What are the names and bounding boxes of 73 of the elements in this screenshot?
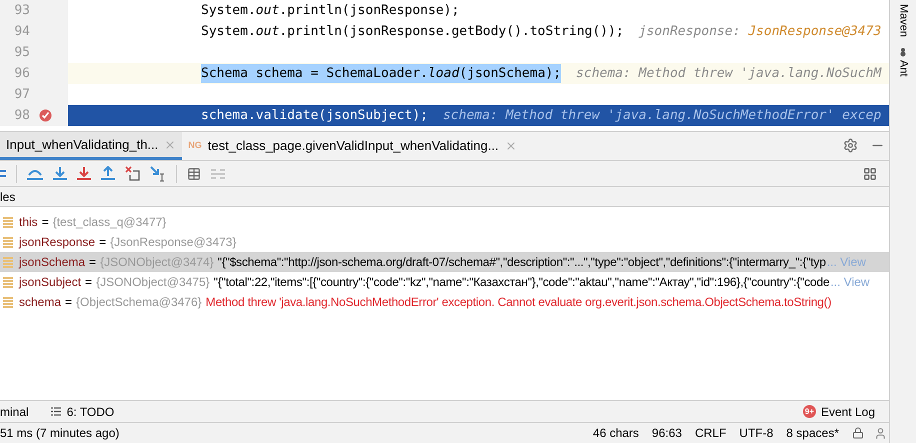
inspector-icon[interactable] <box>874 426 887 440</box>
variable-value: Method threw 'java.lang.NoSuchMethodError' exception. Cannot evaluate org.everit.json.schema.ObjectSchema.toString() <box>206 294 832 311</box>
tool-window-button[interactable]: minal <box>0 402 29 420</box>
testng-icon: NG <box>188 139 202 153</box>
code-text: System.out.println(jsonResponse); <box>201 2 460 20</box>
inline-debug-value: schema: Method threw 'java.lang.NoSuchMethodError' excep <box>442 106 882 125</box>
variable-row[interactable]: jsonSchema = {JSONObject@3474} "{"$schema":"http://json-schema.org/draft-07/schema#","description":"...","type":"object","definitions":{"intermarry_":{"typ... View <box>0 252 889 272</box>
status-message: 51 ms (7 minutes ago) <box>0 425 120 442</box>
breakpoint-icon[interactable] <box>39 109 52 122</box>
notification-badge: 9+ <box>802 405 816 418</box>
variable-type: {JSONObject@3475} <box>96 274 210 291</box>
field-icon <box>3 276 13 288</box>
run-to-cursor-icon[interactable] <box>150 166 166 182</box>
side-tool-button[interactable]: Maven <box>894 4 912 38</box>
line-number: 94 <box>13 22 31 41</box>
status-item[interactable]: 96:63 <box>652 424 682 442</box>
equals-sign: = <box>65 294 72 311</box>
line-number: 96 <box>13 64 31 83</box>
selected-code-text: Schema schema = SchemaLoader.load(jsonSchema); <box>201 64 562 84</box>
debug-tab[interactable]: NG test_class_page.givenValidInput_whenValidating... <box>182 132 523 160</box>
event-log-button[interactable]: 9+ Event Log <box>802 402 875 420</box>
lock-icon[interactable] <box>852 427 864 439</box>
table-icon[interactable] <box>187 166 201 180</box>
variable-name: jsonSchema <box>19 254 86 271</box>
variable-row[interactable]: jsonResponse = {JsonResponse@3473} <box>0 232 889 252</box>
close-icon[interactable] <box>504 140 517 152</box>
debug-tab[interactable]: Input_whenValidating_th... <box>0 132 182 160</box>
step-out-icon[interactable] <box>101 166 115 181</box>
variable-type: {ObjectSchema@3476} <box>76 294 202 311</box>
line-number: 97 <box>13 86 31 104</box>
inline-debug-value: jsonResponse: JsonResponse@3473 <box>638 22 882 41</box>
variable-name: this <box>19 214 38 231</box>
equals-sign: = <box>42 214 49 231</box>
list-icon[interactable] <box>0 168 6 180</box>
force-step-into-icon[interactable] <box>77 166 91 181</box>
variable-value: "{"total":22,"items":[{"country":{"code":"kz","name":"Казахстан"},"code":"aktau","name":"Актау","id":196},{"country":{"code <box>214 274 830 291</box>
field-icon <box>3 256 13 268</box>
equals-sign: = <box>99 234 106 251</box>
variable-type: {test_class_q@3477} <box>52 214 166 231</box>
line-number: 93 <box>13 2 31 20</box>
panel-title: les <box>0 188 16 206</box>
field-icon <box>3 296 13 308</box>
variable-value: "{"$schema":"http://json-schema.org/draft-07/schema#","description":"...","type":"object","definitions":{"intermarry_":{"typ <box>218 254 826 271</box>
list-icon <box>50 407 61 416</box>
code-text: schema.validate(jsonSubject); <box>201 106 428 125</box>
close-icon[interactable] <box>164 138 176 150</box>
status-item[interactable]: UTF-8 <box>739 424 774 442</box>
line-number: 95 <box>13 44 31 62</box>
field-icon <box>3 216 13 228</box>
variable-row[interactable]: this = {test_class_q@3477} <box>0 212 889 232</box>
ant-icon <box>898 47 908 58</box>
variable-row[interactable]: jsonSubject = {JSONObject@3475} "{"total":22,"items":[{"country":{"code":"kz","name":"Казахстан"},"code":"aktau","name":"Актау","id":196},{"country":{"code... View <box>0 272 889 292</box>
variable-type: {JsonResponse@3473} <box>110 234 236 251</box>
status-item[interactable]: CRLF <box>694 424 726 442</box>
variable-type: {JSONObject@3474} <box>100 254 214 271</box>
equals-sign: = <box>85 274 92 291</box>
equals-sign: = <box>89 254 96 271</box>
settings-icon[interactable] <box>843 138 858 153</box>
variable-name: jsonSubject <box>19 274 82 291</box>
variable-name: jsonResponse <box>19 234 96 251</box>
variable-name: schema <box>19 294 62 311</box>
inline-debug-value: schema: Method threw 'java.lang.NoSuchM <box>576 64 882 83</box>
drop-frame-icon[interactable] <box>125 166 140 181</box>
step-into-icon[interactable] <box>53 166 67 181</box>
code-text: System.out.println(jsonResponse.getBody().toString()); <box>201 22 624 41</box>
side-tool-button[interactable]: Ant <box>894 47 912 77</box>
variable-row[interactable]: schema = {ObjectSchema@3476} Method threw 'java.lang.NoSuchMethodError' exception. Cannot evaluate org.everit.json.schema.ObjectSchema.toString() <box>0 292 889 312</box>
field-icon <box>3 236 13 248</box>
tool-window-button[interactable]: 6: TODO <box>50 402 114 420</box>
status-item[interactable]: 8 spaces* <box>786 424 839 442</box>
line-number: 98 <box>13 106 31 125</box>
layout-icon[interactable] <box>863 166 877 180</box>
status-item[interactable]: 46 chars <box>592 424 639 442</box>
